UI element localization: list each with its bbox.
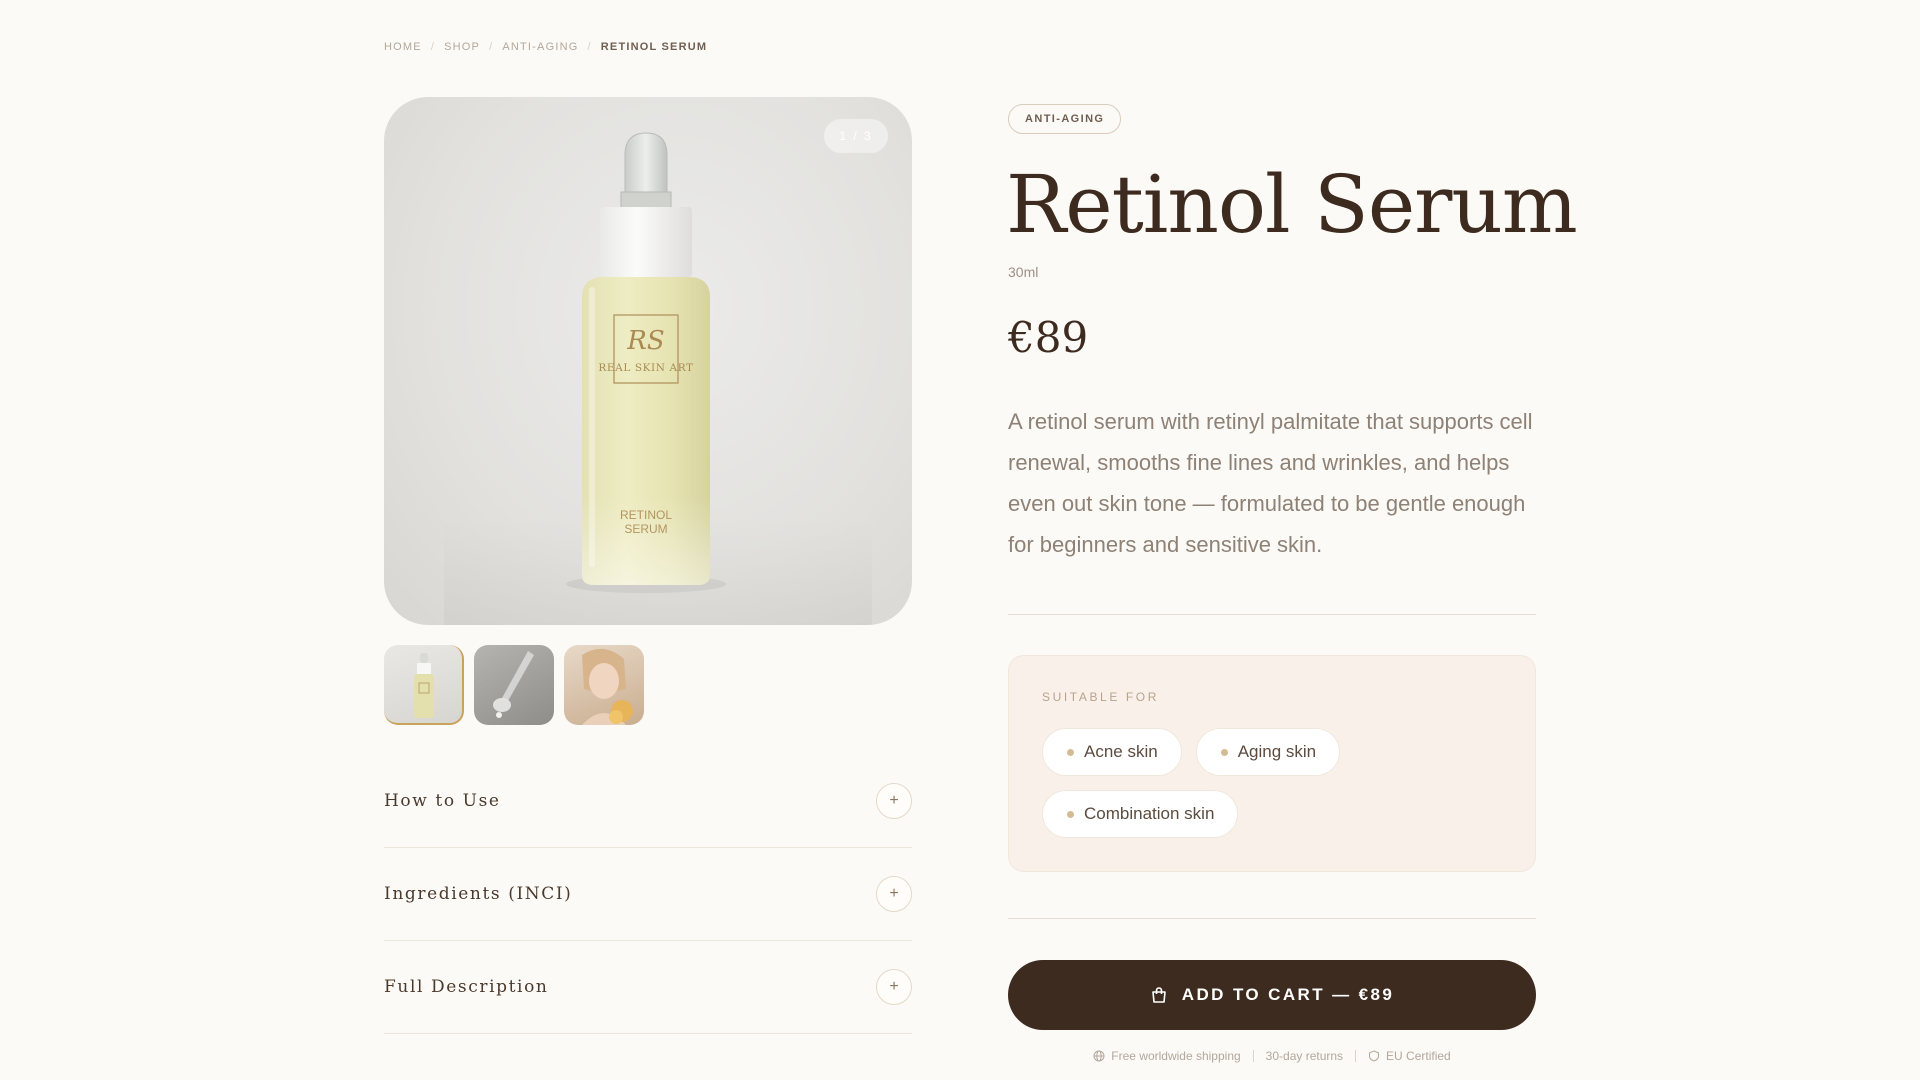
breadcrumb-anti-aging[interactable]: ANTI-AGING xyxy=(502,41,578,53)
chip-combination-skin[interactable]: Combination skin xyxy=(1042,790,1239,838)
bottle-label-line-1: RETINOL xyxy=(620,508,672,522)
trust-certified-text: EU Certified xyxy=(1386,1049,1451,1063)
trust-badges: Free worldwide shipping 30-day returns E… xyxy=(1008,1049,1536,1063)
skin-type-chips: Acne skin Aging skin Combination skin xyxy=(1042,728,1502,838)
thumbnail-strip xyxy=(384,645,644,725)
accordion-ingredients[interactable]: Ingredients (INCI) + xyxy=(384,848,912,941)
breadcrumb-current: RETINOL SERUM xyxy=(600,41,708,53)
chip-dot xyxy=(1067,748,1074,756)
bottle-label-line-2: SERUM xyxy=(624,522,667,536)
thumbnail-model[interactable] xyxy=(564,645,644,725)
breadcrumb-separator: / xyxy=(587,41,592,53)
trust-returns-text: 30-day returns xyxy=(1265,1049,1344,1063)
trust-returns: 30-day returns xyxy=(1266,1049,1343,1063)
accordion-title: How to Use xyxy=(384,790,501,811)
divider xyxy=(1008,614,1536,615)
accordion-title: Ingredients (INCI) xyxy=(384,884,573,904)
chip-label: Combination skin xyxy=(1084,804,1215,823)
product-main-image[interactable]: RS REAL SKIN ART RETINOL SERUM 1 / 3 xyxy=(384,97,912,625)
thumbnail-model-image xyxy=(582,648,633,725)
thumbnail-bottle-image xyxy=(414,653,434,718)
plus-icon[interactable]: + xyxy=(876,782,912,819)
accordion-how-to-use[interactable]: How to Use + xyxy=(384,754,912,848)
chip-dot xyxy=(1067,810,1074,818)
trust-certified: EU Certified xyxy=(1368,1049,1451,1063)
plus-icon[interactable]: + xyxy=(876,876,912,912)
trust-shipping: Free worldwide shipping xyxy=(1093,1049,1241,1063)
breadcrumb: HOME / SHOP / ANTI-AGING / RETINOL SERUM xyxy=(384,41,707,53)
chip-label: Acne skin xyxy=(1084,742,1158,761)
shopping-bag-icon xyxy=(1151,987,1166,1003)
breadcrumb-home[interactable]: HOME xyxy=(384,41,422,53)
thumbnail-dropper-image xyxy=(493,651,534,718)
suitable-for-panel: SUITABLE FOR Acne skin Aging skin Combin… xyxy=(1008,655,1536,872)
chip-acne-skin[interactable]: Acne skin xyxy=(1042,728,1182,776)
breadcrumb-separator: / xyxy=(489,41,494,53)
add-to-cart-button[interactable]: ADD TO CART — €89 xyxy=(1008,960,1536,1030)
chip-aging-skin[interactable]: Aging skin xyxy=(1195,728,1341,776)
bottle-brand: REAL SKIN ART xyxy=(598,362,693,374)
product-title: Retinol Serum xyxy=(1006,158,1578,251)
thumbnail-bottle[interactable] xyxy=(384,645,464,725)
breadcrumb-shop[interactable]: SHOP xyxy=(444,41,480,53)
accordion-title: Full Description xyxy=(384,977,549,997)
trust-separator xyxy=(1355,1050,1357,1062)
product-description: A retinol serum with retinyl palmitate t… xyxy=(1008,409,1533,557)
add-to-cart-label: ADD TO CART — €89 xyxy=(1181,985,1395,1004)
product-accordion: How to Use + Ingredients (INCI) + Full D… xyxy=(384,772,912,1034)
chip-label: Aging skin xyxy=(1237,742,1317,761)
trust-separator xyxy=(1252,1050,1254,1062)
divider xyxy=(1008,918,1536,919)
plus-icon[interactable]: + xyxy=(876,969,912,1005)
chip-dot xyxy=(1220,748,1228,756)
product-size: 30ml xyxy=(1008,264,1039,280)
serum-bottle-illustration: RS REAL SKIN ART RETINOL SERUM xyxy=(566,132,726,593)
trust-shipping-text: Free worldwide shipping xyxy=(1111,1049,1241,1063)
thumbnail-dropper[interactable] xyxy=(474,645,554,725)
accordion-full-description[interactable]: Full Description + xyxy=(384,941,912,1034)
image-counter: 1 / 3 xyxy=(824,119,888,153)
breadcrumb-separator: / xyxy=(430,41,436,53)
product-price: €89 xyxy=(1008,313,1089,362)
shield-icon xyxy=(1369,1050,1380,1062)
category-badge[interactable]: ANTI-AGING xyxy=(1008,104,1122,134)
bottle-monogram: RS xyxy=(626,326,664,356)
suitable-for-label: SUITABLE FOR xyxy=(1042,690,1159,704)
globe-icon xyxy=(1093,1050,1105,1062)
